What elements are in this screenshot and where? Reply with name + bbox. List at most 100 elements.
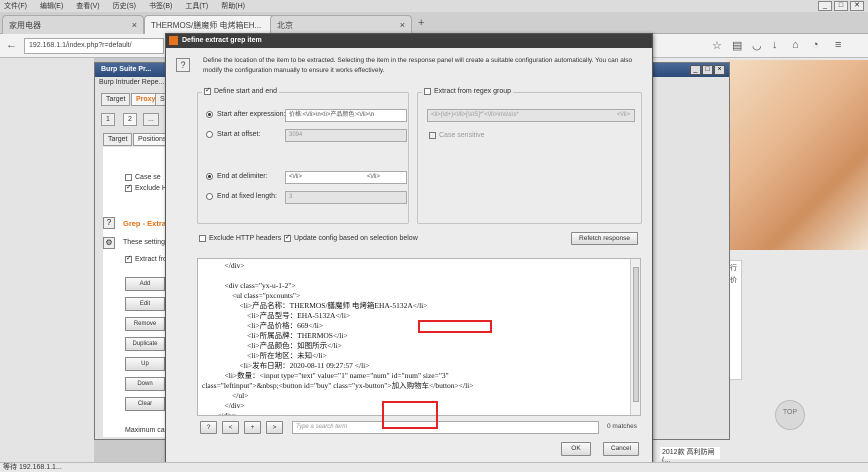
code-line[interactable]: </ul>: [202, 391, 248, 401]
back-icon[interactable]: ←: [6, 39, 17, 51]
menu-bookmarks[interactable]: 书签(B): [149, 1, 172, 11]
tab-target-sub[interactable]: Target: [103, 133, 133, 146]
vertical-scrollbar[interactable]: [630, 259, 640, 415]
code-line[interactable]: <li>产品型号：EHA-5132A</li>: [202, 311, 350, 321]
close-tab-icon[interactable]: ×: [400, 20, 405, 30]
menu-history[interactable]: 历史(S): [113, 1, 136, 11]
clear-button[interactable]: Clear: [125, 397, 165, 411]
regex-group-label[interactable]: Extract from regex group: [422, 88, 514, 95]
code-line[interactable]: <li>产品名称：THERMOS/膳魔师 电烤箱EHA-5132A</li>: [202, 301, 428, 311]
menu-file[interactable]: 文件(F): [4, 1, 27, 11]
pocket-icon[interactable]: ◡: [752, 39, 762, 52]
tab-2[interactable]: 2: [123, 113, 137, 126]
help-icon[interactable]: ?: [103, 217, 115, 229]
radio-button[interactable]: [206, 111, 213, 118]
update-config-check[interactable]: Update config based on selection below: [284, 233, 418, 242]
radio-button[interactable]: [206, 173, 213, 180]
checkbox[interactable]: [284, 233, 291, 242]
duplicate-button[interactable]: Duplicate: [125, 337, 165, 351]
scroll-thumb[interactable]: [633, 267, 639, 402]
search-help-button[interactable]: ?: [200, 421, 217, 434]
exclude-http-headers-check[interactable]: Exclude HTTP headers: [199, 235, 281, 242]
tab-target[interactable]: Target: [101, 93, 131, 106]
close-icon[interactable]: ✕: [850, 1, 864, 11]
radio-button[interactable]: [206, 193, 213, 200]
end-length-field[interactable]: 3: [285, 191, 407, 204]
case-sensitive-check[interactable]: Case se: [125, 174, 161, 181]
menu-view[interactable]: 查看(V): [76, 1, 99, 11]
code-line[interactable]: <ul class="pxcounts">: [202, 291, 300, 301]
end-delimiter-radio[interactable]: End at delimiter:: [206, 173, 268, 180]
cancel-button[interactable]: Cancel: [603, 442, 639, 456]
help-button[interactable]: ?: [176, 58, 190, 72]
case-sensitive-check[interactable]: Case sensitive: [429, 132, 485, 139]
browser-tab[interactable]: 北京 ×: [270, 15, 412, 34]
edit-button[interactable]: Edit: [125, 297, 165, 311]
checkbox[interactable]: [424, 88, 431, 95]
browser-tab[interactable]: 家用电器 ×: [2, 15, 144, 34]
menu-tools[interactable]: 工具(T): [185, 1, 208, 11]
code-line[interactable]: <li>产品价格：669</li>: [202, 321, 323, 331]
menu-help[interactable]: 帮助(H): [221, 1, 245, 11]
remove-button[interactable]: Remove: [125, 317, 165, 331]
minimize-icon[interactable]: _: [690, 65, 701, 75]
new-tab-icon[interactable]: +: [418, 17, 424, 29]
regex-field[interactable]: <li>(\d+)<\/li>[\s\S]*"<\/li>\n\s\s\s* <\…: [427, 109, 635, 122]
refetch-response-button[interactable]: Refetch response: [571, 232, 638, 245]
down-button[interactable]: Down: [125, 377, 165, 391]
tab-1[interactable]: 1: [101, 113, 115, 126]
start-after-radio[interactable]: Start after expression:: [206, 111, 285, 118]
reader-icon[interactable]: ▤: [732, 39, 742, 52]
exclude-headers-check[interactable]: Exclude H: [125, 183, 167, 192]
ok-button[interactable]: OK: [561, 442, 591, 456]
code-line[interactable]: <li>所属品牌：THERMOS</li>: [202, 331, 348, 341]
code-line[interactable]: <li>所在地区：未知</li>: [202, 351, 327, 361]
code-line[interactable]: </div>: [202, 411, 237, 415]
home-icon[interactable]: ⌂: [792, 39, 799, 51]
add-button[interactable]: Add: [125, 277, 165, 291]
checkbox[interactable]: [125, 174, 132, 181]
up-button[interactable]: Up: [125, 357, 165, 371]
start-end-group-label[interactable]: Define start and end: [202, 86, 280, 95]
code-line[interactable]: <li>发布日期：2020-08-11 09:27:57 </li>: [202, 361, 370, 371]
maximize-icon[interactable]: □: [702, 65, 713, 75]
checkbox[interactable]: [199, 235, 206, 242]
search-input[interactable]: Type a search term: [292, 421, 599, 434]
minimize-icon[interactable]: _: [818, 1, 832, 11]
menu-edit[interactable]: 编辑(E): [40, 1, 63, 11]
browser-tab-active[interactable]: THERMOS/膳魔师 电烤箱EH...: [144, 15, 286, 34]
extract-from-check[interactable]: Extract fro: [125, 254, 167, 263]
code-line[interactable]: </div>: [202, 401, 245, 411]
close-icon[interactable]: ×: [714, 65, 725, 75]
back-to-top-button[interactable]: TOP: [775, 400, 805, 430]
star-icon[interactable]: ☆: [712, 39, 722, 52]
radio-button[interactable]: [206, 131, 213, 138]
menu-icon[interactable]: ≡: [835, 39, 841, 51]
code-line[interactable]: <li>产品颜色：如图所示</li>: [202, 341, 342, 351]
search-next-button[interactable]: >: [266, 421, 283, 434]
chat-icon[interactable]: ◔: [812, 39, 819, 51]
download-icon[interactable]: ↓: [772, 39, 778, 51]
close-tab-icon[interactable]: ×: [132, 20, 137, 30]
response-pane[interactable]: </div> <div class="yx-u-1-2"> <ul class=…: [197, 258, 641, 416]
response-code[interactable]: </div> <div class="yx-u-1-2"> <ul class=…: [198, 259, 630, 415]
start-after-field[interactable]: 价格:<\/li>\n<li>产品颜色:<\/li>\n: [285, 109, 407, 122]
end-length-radio[interactable]: End at fixed length:: [206, 193, 277, 200]
maximize-icon[interactable]: □: [834, 1, 848, 11]
settings-icon[interactable]: ⚙: [103, 237, 115, 249]
search-next-match-button[interactable]: +: [244, 421, 261, 434]
url-field[interactable]: 192.168.1.1/index.php?r=default/: [24, 38, 164, 54]
code-line[interactable]: class="leftinput">&nbsp;<button id="buy"…: [202, 381, 474, 391]
checkbox[interactable]: [204, 86, 211, 95]
checkbox[interactable]: [125, 183, 132, 192]
code-line[interactable]: </div>: [202, 261, 245, 271]
tab-more[interactable]: ...: [143, 113, 159, 126]
start-offset-radio[interactable]: Start at offset:: [206, 131, 260, 138]
code-line[interactable]: <li>数量：<input type="text" value="1" name…: [202, 371, 449, 381]
end-delimiter-field[interactable]: <\/li> <\/li>: [285, 171, 407, 184]
start-offset-field[interactable]: 3094: [285, 129, 407, 142]
code-line[interactable]: <div class="yx-u-1-2">: [202, 281, 296, 291]
checkbox[interactable]: [125, 254, 132, 263]
checkbox[interactable]: [429, 132, 436, 139]
search-prev-button[interactable]: <: [222, 421, 239, 434]
